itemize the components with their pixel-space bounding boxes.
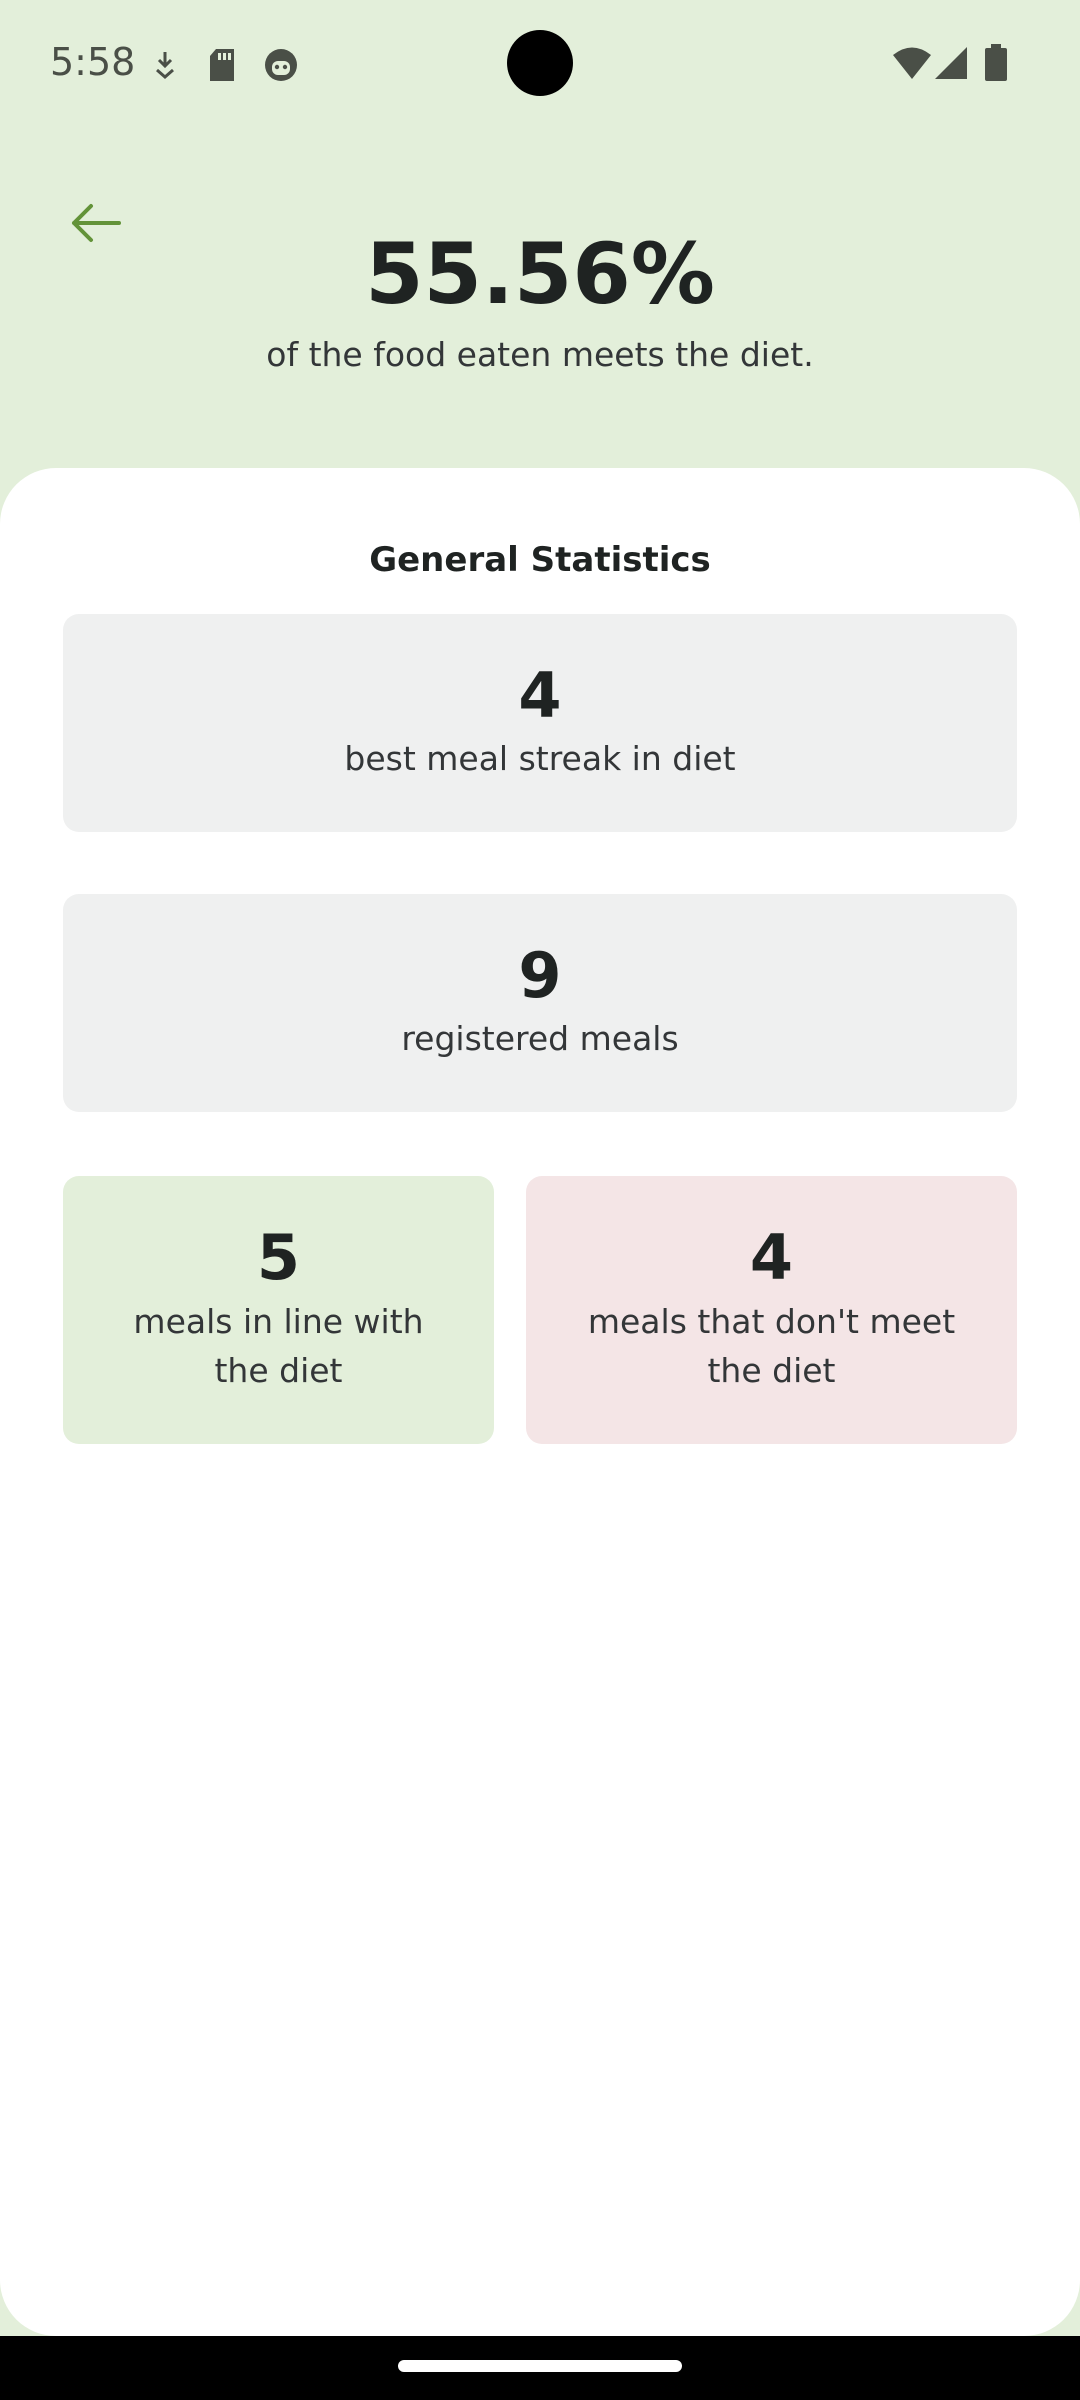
shield-download-icon: [152, 50, 178, 84]
off-diet-value: 4: [749, 1221, 794, 1295]
registered-meals-value: 9: [518, 939, 562, 1013]
sd-card-icon: [208, 48, 236, 86]
wifi-icon: [892, 46, 932, 84]
best-streak-value: 4: [518, 659, 562, 733]
home-indicator[interactable]: [398, 2360, 682, 2372]
statistics-screen: 5:58 55.56% of the food eaten meets the …: [0, 0, 1080, 2400]
best-streak-label: best meal streak in diet: [344, 739, 736, 779]
registered-meals-label: registered meals: [401, 1019, 679, 1059]
statistics-sheet: General Statistics 4 best meal streak in…: [0, 468, 1080, 2336]
status-bar: 5:58: [0, 0, 1080, 130]
status-time: 5:58: [50, 40, 136, 84]
off-diet-label: meals that don't meet the diet: [587, 1301, 956, 1391]
in-diet-value: 5: [256, 1221, 301, 1295]
off-diet-card: 4 meals that don't meet the diet: [526, 1176, 1017, 1444]
in-diet-card: 5 meals in line with the diet: [63, 1176, 494, 1444]
diet-percentage-subtitle: of the food eaten meets the diet.: [266, 335, 814, 374]
camera-cutout: [507, 30, 573, 96]
battery-icon: [984, 44, 1008, 86]
registered-meals-card: 9 registered meals: [63, 894, 1017, 1112]
face-icon: [264, 48, 298, 86]
section-title: General Statistics: [369, 540, 711, 580]
best-streak-card: 4 best meal streak in diet: [63, 614, 1017, 832]
diet-percentage: 55.56%: [365, 225, 715, 323]
in-diet-label: meals in line with the diet: [133, 1301, 424, 1391]
signal-icon: [934, 46, 968, 84]
